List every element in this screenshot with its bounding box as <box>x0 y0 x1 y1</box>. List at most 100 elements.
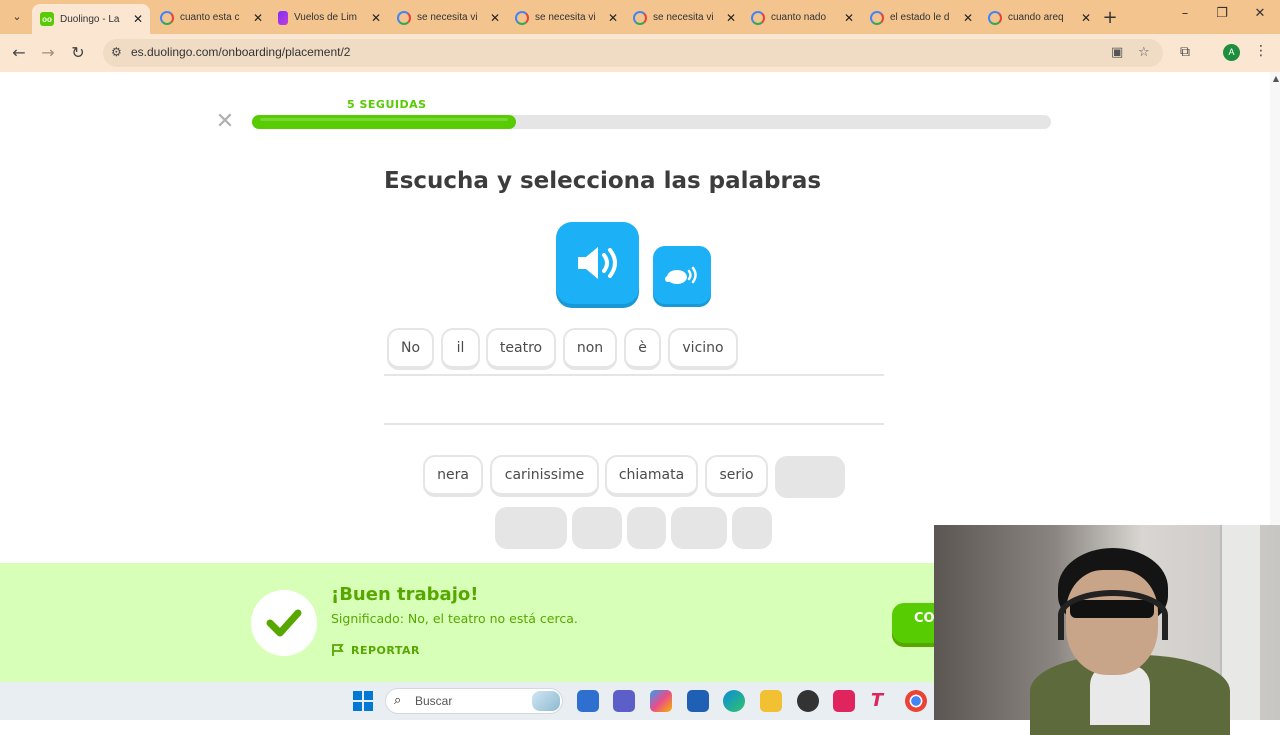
turtle-icon <box>665 266 697 284</box>
close-lesson-button[interactable]: ✕ <box>214 111 236 133</box>
close-icon[interactable]: ✕ <box>960 11 976 25</box>
url-text: es.duolingo.com/onboarding/placement/2 <box>131 45 351 59</box>
tab-strip: ⌄ oo Duolingo - La ✕ cuanto esta c ✕ Vue… <box>0 0 1280 34</box>
tab-duolingo[interactable]: oo Duolingo - La ✕ <box>32 4 150 34</box>
selected-word-chip[interactable]: il <box>441 328 480 370</box>
minimize-icon[interactable]: – <box>1175 6 1195 21</box>
tab-label: cuanto esta c <box>180 12 240 23</box>
new-tab-button[interactable]: + <box>1100 7 1120 28</box>
word-bank-chip[interactable]: serio <box>705 455 768 497</box>
back-arrow-icon[interactable]: ← <box>8 43 30 62</box>
close-icon[interactable]: ✕ <box>487 11 503 25</box>
tab-label: Duolingo - La <box>60 13 120 25</box>
app-icon[interactable] <box>797 690 819 712</box>
success-badge <box>251 590 317 656</box>
tab-label: el estado le d <box>890 12 950 23</box>
tab-label: se necesita vi <box>653 12 714 23</box>
word-bank-chip[interactable]: chiamata <box>605 455 698 497</box>
play-audio-button[interactable] <box>556 222 639 304</box>
progress-fill <box>252 115 516 129</box>
install-app-icon[interactable]: ▣ <box>1111 45 1123 60</box>
tab-label: cuando areq <box>1008 12 1064 23</box>
tab-google[interactable]: cuanto esta c ✕ <box>152 5 270 30</box>
tab-label: se necesita vi <box>417 12 478 23</box>
used-word-slot <box>671 507 727 549</box>
google-icon <box>633 10 647 25</box>
flag-icon <box>332 644 344 656</box>
close-icon[interactable]: ✕ <box>130 12 146 26</box>
word-bank-chip[interactable]: carinissime <box>490 455 599 497</box>
teams-icon[interactable] <box>613 690 635 712</box>
close-icon[interactable]: ✕ <box>368 11 384 25</box>
selected-word-chip[interactable]: No <box>387 328 434 370</box>
chrome-icon[interactable] <box>905 690 927 712</box>
used-word-slot <box>495 507 567 549</box>
checkmark-icon <box>266 609 302 637</box>
google-icon <box>515 10 529 25</box>
edge-icon[interactable] <box>723 690 745 712</box>
restore-icon[interactable]: ❐ <box>1212 6 1232 21</box>
close-icon[interactable]: ✕ <box>1078 11 1094 25</box>
tab-label: Vuelos de Lim <box>294 12 357 23</box>
selected-word-chip[interactable]: non <box>563 328 617 370</box>
file-explorer-icon[interactable] <box>760 690 782 712</box>
menu-kebab-icon[interactable]: ⋮ <box>1254 43 1268 59</box>
close-icon[interactable]: ✕ <box>250 11 266 25</box>
selected-word-chip[interactable]: vicino <box>668 328 738 370</box>
close-icon[interactable]: ✕ <box>723 11 739 25</box>
tab-search-button[interactable]: ⌄ <box>6 7 28 27</box>
taskbar-search[interactable]: ⌕ Buscar <box>385 688 563 714</box>
answer-line <box>384 423 884 425</box>
google-icon <box>397 10 411 25</box>
close-icon[interactable]: ✕ <box>841 11 857 25</box>
exercise-title: Escucha y selecciona las palabras <box>384 168 822 194</box>
tab-google[interactable]: se necesita vi ✕ <box>389 5 507 30</box>
duolingo-icon: oo <box>40 12 54 26</box>
selected-word-chip[interactable]: è <box>624 328 661 370</box>
progress-bar <box>252 115 1051 129</box>
answer-line <box>384 374 884 376</box>
app-icon[interactable]: T <box>866 690 888 712</box>
scroll-up-arrow-icon[interactable]: ▲ <box>1273 74 1279 83</box>
tab-flights[interactable]: Vuelos de Lim ✕ <box>270 5 388 30</box>
word-bank-chip[interactable]: nera <box>423 455 483 497</box>
selected-word-chip[interactable]: teatro <box>486 328 556 370</box>
webcam-person <box>1058 590 1168 640</box>
bookmark-star-icon[interactable]: ☆ <box>1138 45 1150 60</box>
address-bar[interactable]: ⚙ es.duolingo.com/onboarding/placement/2… <box>103 39 1163 67</box>
tab-google[interactable]: se necesita vi ✕ <box>625 5 743 30</box>
google-icon <box>988 10 1002 25</box>
extensions-icon[interactable]: ⧉ <box>1180 44 1190 60</box>
used-word-slot <box>732 507 772 549</box>
forward-arrow-icon[interactable]: → <box>37 43 59 62</box>
tab-google[interactable]: se necesita vi ✕ <box>507 5 625 30</box>
profile-avatar[interactable]: A <box>1223 44 1240 61</box>
app-icon[interactable] <box>687 690 709 712</box>
search-placeholder: Buscar <box>415 694 453 708</box>
flights-icon <box>278 10 288 25</box>
google-icon <box>160 10 174 25</box>
streak-label: 5 SEGUIDAS <box>347 98 427 111</box>
play-slow-audio-button[interactable] <box>653 246 711 304</box>
tab-google[interactable]: cuando areq ✕ <box>980 5 1098 30</box>
tab-google[interactable]: el estado le d ✕ <box>862 5 980 30</box>
reload-icon[interactable]: ↻ <box>67 43 89 62</box>
tab-google[interactable]: cuanto nado ✕ <box>743 5 861 30</box>
tiktok-icon[interactable] <box>833 690 855 712</box>
feedback-title: ¡Buen trabajo! <box>331 584 479 605</box>
tab-label: cuanto nado <box>771 12 827 23</box>
windows-start-icon[interactable] <box>353 691 373 711</box>
window-close-icon[interactable]: ✕ <box>1250 6 1270 21</box>
copilot-icon[interactable] <box>650 690 672 712</box>
site-info-icon[interactable]: ⚙ <box>111 45 122 59</box>
browser-toolbar: ← → ↻ ⚙ es.duolingo.com/onboarding/place… <box>0 34 1280 72</box>
report-button[interactable]: REPORTAR <box>331 643 420 657</box>
google-icon <box>870 10 884 25</box>
tab-label: se necesita vi <box>535 12 596 23</box>
speaker-icon <box>577 247 617 279</box>
close-icon[interactable]: ✕ <box>605 11 621 25</box>
widgets-icon[interactable] <box>577 690 599 712</box>
used-word-slot <box>572 507 622 549</box>
feedback-meaning: Significado: No, el teatro no está cerca… <box>331 611 578 626</box>
used-word-slot <box>775 456 845 498</box>
